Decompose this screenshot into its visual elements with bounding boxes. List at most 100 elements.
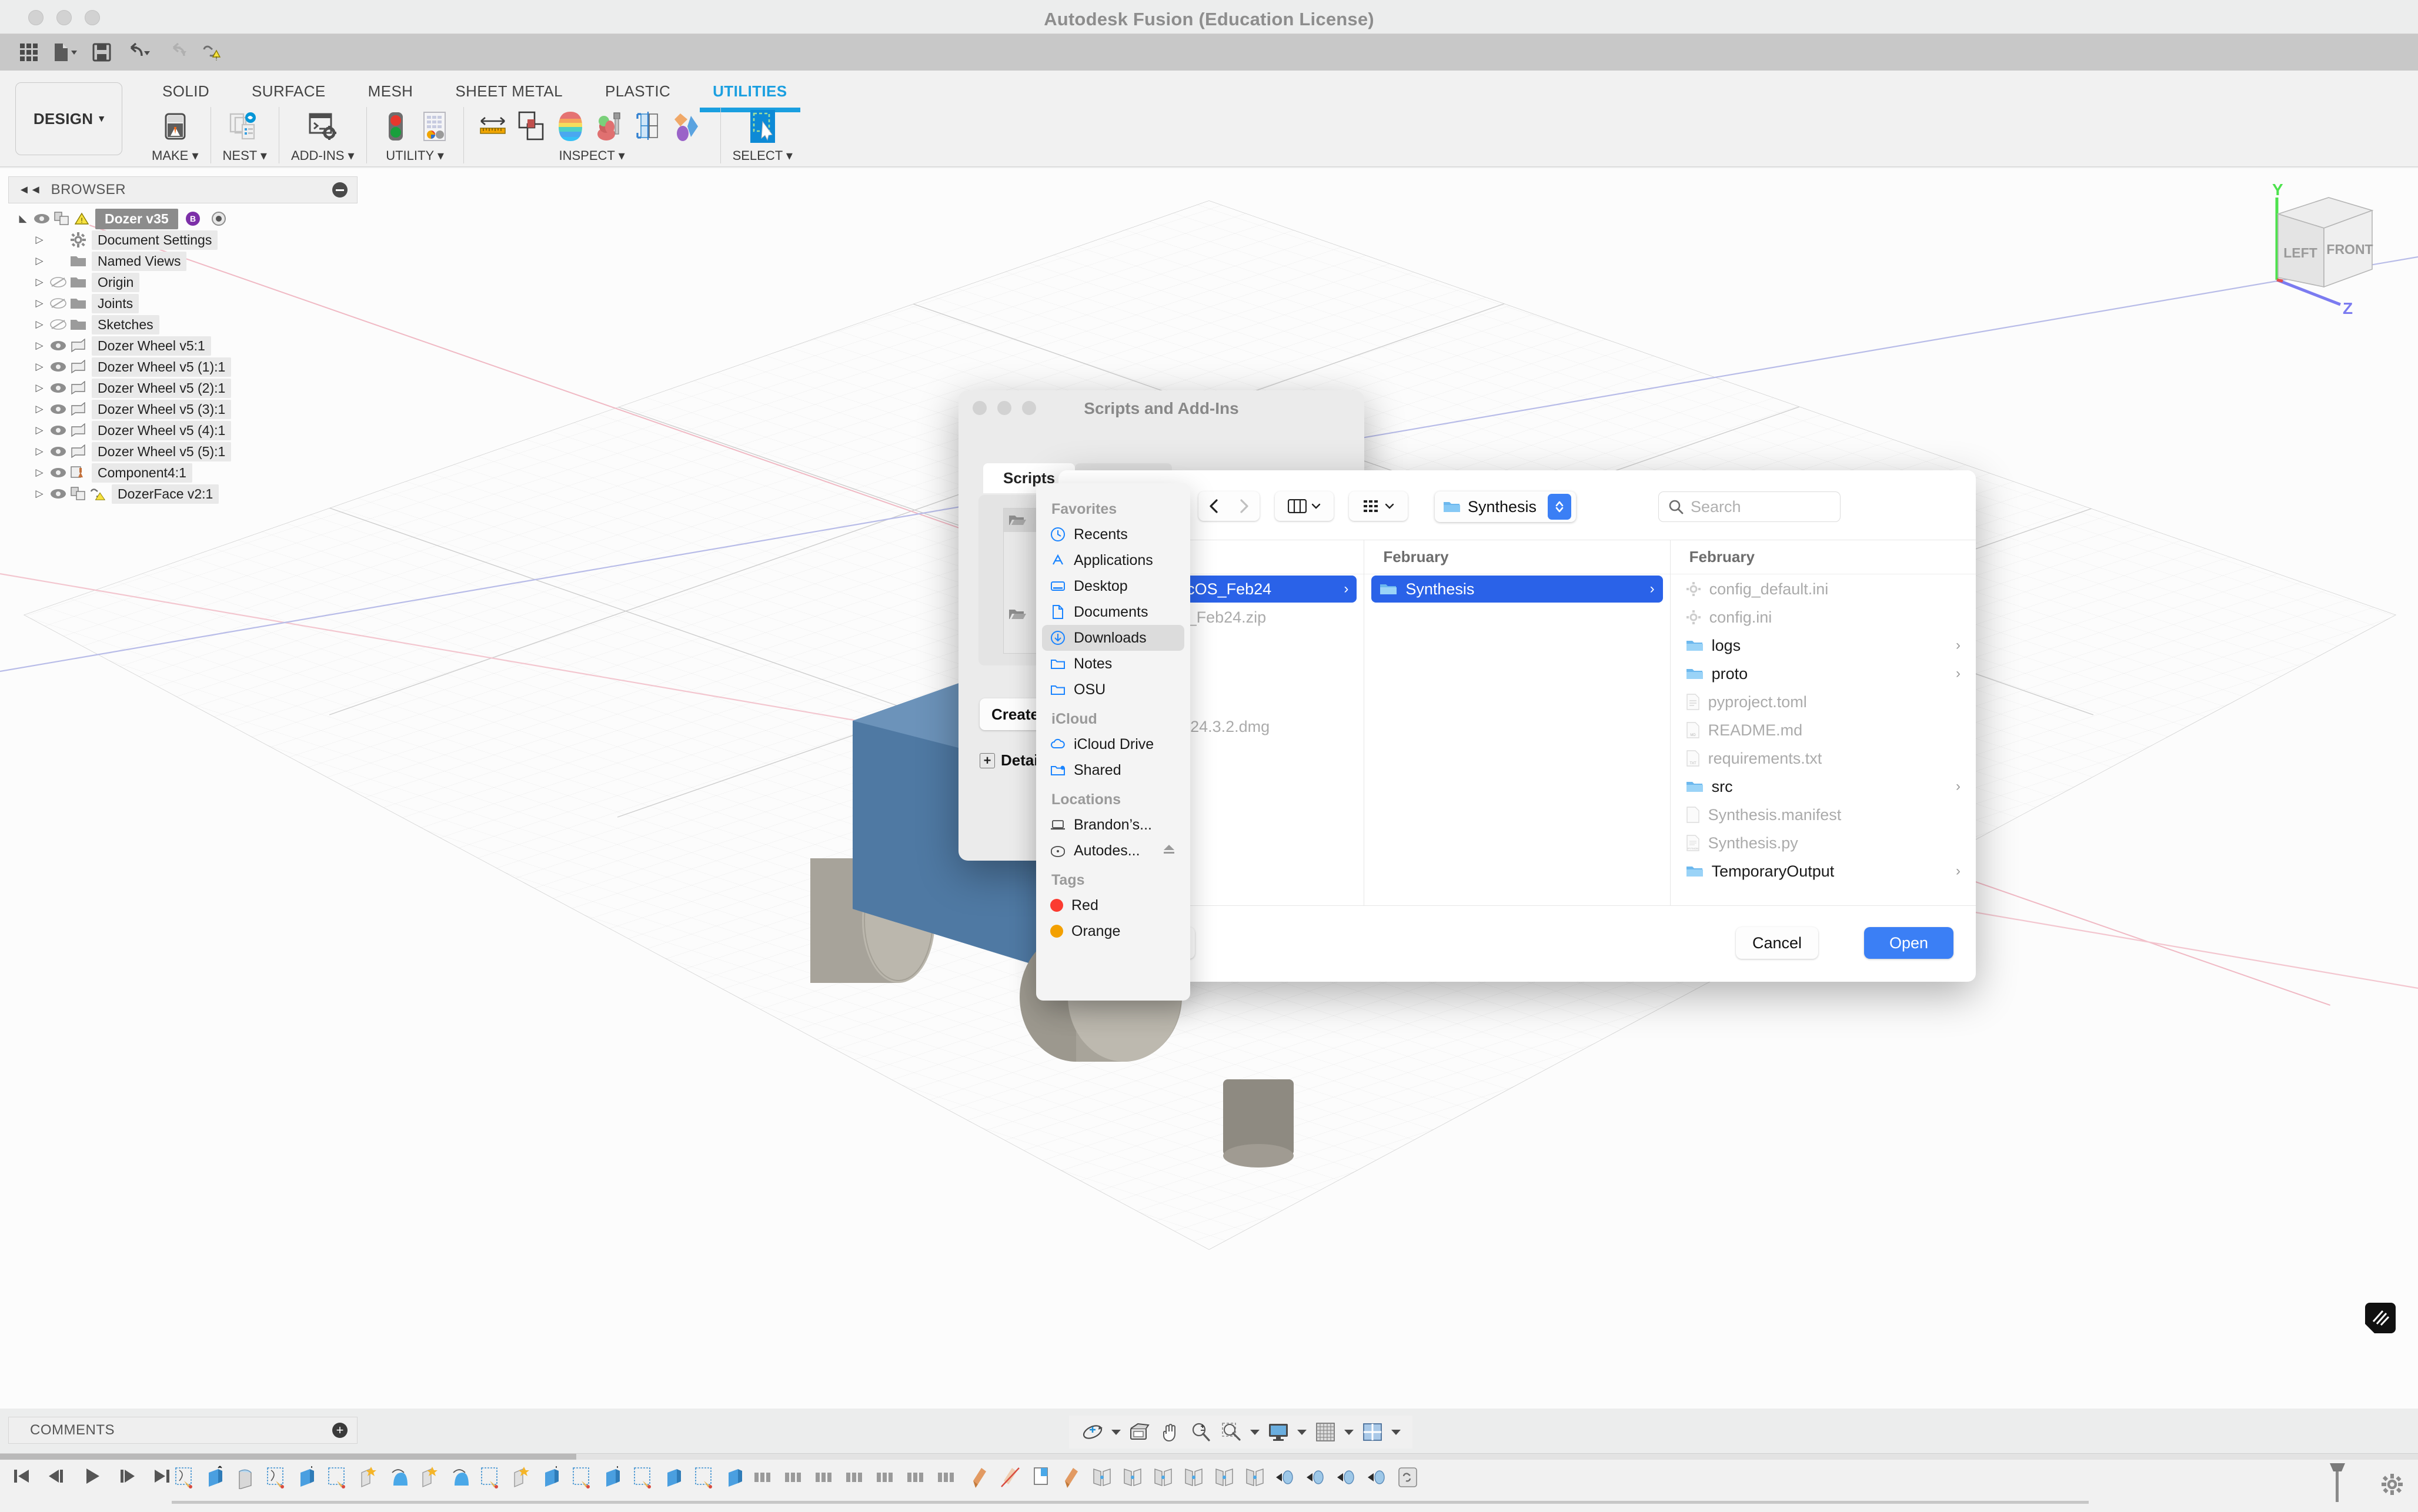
file-item[interactable]: config.ini — [1678, 604, 1969, 631]
undo-icon[interactable] — [120, 34, 156, 71]
panel-utility-label[interactable]: UTILITY ▾ — [386, 148, 444, 163]
pan-icon[interactable] — [1155, 1417, 1185, 1447]
view-cube[interactable]: Y Z LEFT FRONT — [2242, 180, 2406, 327]
timeline-scrollbar[interactable] — [0, 1454, 2418, 1460]
search-input[interactable]: Search — [1658, 491, 1841, 522]
draft-analysis-icon[interactable] — [631, 109, 665, 143]
expand-arrow-icon[interactable]: ▷ — [31, 361, 48, 373]
timeline-as-built-joint-feature[interactable] — [1118, 1461, 1147, 1494]
sidebar-item-documents[interactable]: Documents — [1042, 599, 1184, 625]
sidebar-item-shared[interactable]: Shared — [1042, 757, 1184, 783]
tab-surface[interactable]: SURFACE — [231, 79, 347, 104]
3d-print-icon[interactable] — [158, 109, 192, 143]
timeline-joint-suppressed-feature[interactable] — [996, 1461, 1024, 1494]
tree-node-component4[interactable]: ▷ Component4:1 — [8, 462, 358, 483]
curvature-comb-icon[interactable] — [553, 109, 587, 143]
tree-node-named-views[interactable]: ▷ Named Views — [8, 250, 358, 272]
tree-node-dozer-wheel-2[interactable]: ▷ Dozer Wheel v5 (2):1 — [8, 377, 358, 399]
timeline-component-group[interactable] — [935, 1461, 963, 1494]
cancel-button[interactable]: Cancel — [1735, 927, 1818, 959]
panel-nest-label[interactable]: NEST ▾ — [223, 148, 267, 163]
finder-sidebar-popover[interactable]: Favorites Recents Applications Desktop D… — [1036, 483, 1190, 1001]
tab-mesh[interactable]: MESH — [347, 79, 435, 104]
add-comment-icon[interactable]: + — [332, 1423, 348, 1438]
zebra-icon[interactable] — [592, 109, 626, 143]
eye-icon[interactable] — [48, 362, 68, 372]
timeline-as-built-joint-feature[interactable] — [1180, 1461, 1208, 1494]
tree-node-root[interactable]: ◣ ! Dozer v35 B — [8, 208, 358, 229]
sidebar-item-tag-red[interactable]: Red — [1042, 892, 1184, 918]
eye-icon[interactable] — [48, 404, 68, 414]
eye-hidden-icon[interactable] — [48, 277, 68, 287]
back-forward-group[interactable] — [1198, 491, 1260, 521]
timeline-component-group[interactable] — [813, 1461, 841, 1494]
panel-add-ins-label[interactable]: ADD-INS ▾ — [291, 148, 355, 163]
timeline-as-built-joint-feature[interactable] — [1210, 1461, 1238, 1494]
timeline-sketch-feature[interactable] — [690, 1461, 719, 1494]
sidebar-item-brandons-mac[interactable]: Brandon’s... — [1042, 812, 1184, 838]
eye-icon[interactable] — [48, 467, 68, 478]
go-to-end-icon[interactable] — [152, 1466, 173, 1490]
open-button[interactable]: Open — [1864, 927, 1953, 959]
grid-apps-icon[interactable] — [11, 34, 47, 71]
timeline-track[interactable] — [172, 1501, 2089, 1504]
eye-icon[interactable] — [48, 340, 68, 351]
redo-icon[interactable] — [156, 34, 193, 71]
file-item[interactable]: MD README.md — [1678, 717, 1969, 744]
timeline-sketch-feature[interactable] — [629, 1461, 657, 1494]
tab-sheet-metal[interactable]: SHEET METAL — [434, 79, 584, 104]
sidebar-item-downloads[interactable]: Downloads — [1042, 625, 1184, 651]
column-view-icon[interactable] — [1275, 491, 1334, 521]
timeline-sketch-feature[interactable] — [171, 1461, 199, 1494]
timeline-joint-feature[interactable] — [1057, 1461, 1086, 1494]
timeline-sketch-feature[interactable] — [262, 1461, 290, 1494]
timeline-motion-link-feature[interactable] — [1332, 1461, 1361, 1494]
file-item-proto[interactable]: proto › — [1678, 660, 1969, 687]
sidebar-item-icloud-drive[interactable]: iCloud Drive — [1042, 731, 1184, 757]
go-to-beginning-icon[interactable] — [11, 1466, 32, 1490]
tree-node-joints[interactable]: ▷ Joints — [8, 293, 358, 314]
timeline-new-body-feature[interactable] — [415, 1461, 443, 1494]
orbit-caret-icon[interactable] — [1108, 1417, 1124, 1447]
viewports-icon[interactable] — [1357, 1417, 1388, 1447]
viewports-caret-icon[interactable] — [1388, 1417, 1404, 1447]
sidebar-item-applications[interactable]: Applications — [1042, 547, 1184, 573]
timeline-extrude-feature[interactable] — [660, 1461, 688, 1494]
timeline-extrude-feature[interactable] — [599, 1461, 627, 1494]
panel-select-label[interactable]: SELECT ▾ — [733, 148, 793, 163]
tree-node-dozer-wheel-4[interactable]: ▷ Dozer Wheel v5 (4):1 — [8, 420, 358, 441]
timeline-fillet-feature[interactable] — [232, 1461, 260, 1494]
timeline-sketch-feature[interactable] — [323, 1461, 352, 1494]
sidebar-item-tag-orange[interactable]: Orange — [1042, 918, 1184, 944]
timeline-component-group[interactable] — [843, 1461, 871, 1494]
play-icon[interactable] — [81, 1466, 102, 1490]
file-item[interactable]: TXT requirements.txt — [1678, 745, 1969, 772]
tree-node-dozer-wheel-3[interactable]: ▷ Dozer Wheel v5 (3):1 — [8, 399, 358, 420]
eye-icon[interactable] — [48, 489, 68, 499]
timeline-component-group[interactable] — [874, 1461, 902, 1494]
sidebar-item-recents[interactable]: Recents — [1042, 521, 1184, 547]
expand-plus-icon[interactable]: + — [980, 752, 995, 768]
expand-arrow-icon[interactable]: ◣ — [14, 213, 32, 225]
zoom-icon[interactable] — [1185, 1417, 1216, 1447]
timeline-plane-feature[interactable] — [1027, 1461, 1055, 1494]
timeline-component-group[interactable] — [904, 1461, 933, 1494]
expand-arrow-icon[interactable]: ▷ — [31, 424, 48, 436]
section-analysis-icon[interactable] — [670, 109, 704, 143]
compute-all-icon[interactable] — [379, 109, 413, 143]
sidebar-item-notes[interactable]: Notes — [1042, 651, 1184, 677]
radio-active-icon[interactable] — [209, 210, 229, 227]
grid-caret-icon[interactable] — [1341, 1417, 1357, 1447]
tree-node-dozer-wheel-1[interactable]: ▷ Dozer Wheel v5 (1):1 — [8, 356, 358, 377]
save-icon[interactable] — [84, 34, 120, 71]
timeline-motion-link-feature[interactable] — [1271, 1461, 1300, 1494]
file-item[interactable]: PYTHON Synthesis.py — [1678, 829, 1969, 857]
expand-arrow-icon[interactable]: ▷ — [31, 488, 48, 500]
file-item[interactable]: Synthesis.manifest — [1678, 801, 1969, 828]
file-item[interactable]: pyproject.toml — [1678, 688, 1969, 715]
file-item-src[interactable]: src › — [1678, 773, 1969, 800]
tree-node-dozer-wheel-0[interactable]: ▷ Dozer Wheel v5:1 — [8, 335, 358, 356]
tab-utilities[interactable]: UTILITIES — [692, 79, 808, 112]
timeline-sketch-feature[interactable] — [568, 1461, 596, 1494]
expand-arrow-icon[interactable]: ▷ — [31, 446, 48, 457]
